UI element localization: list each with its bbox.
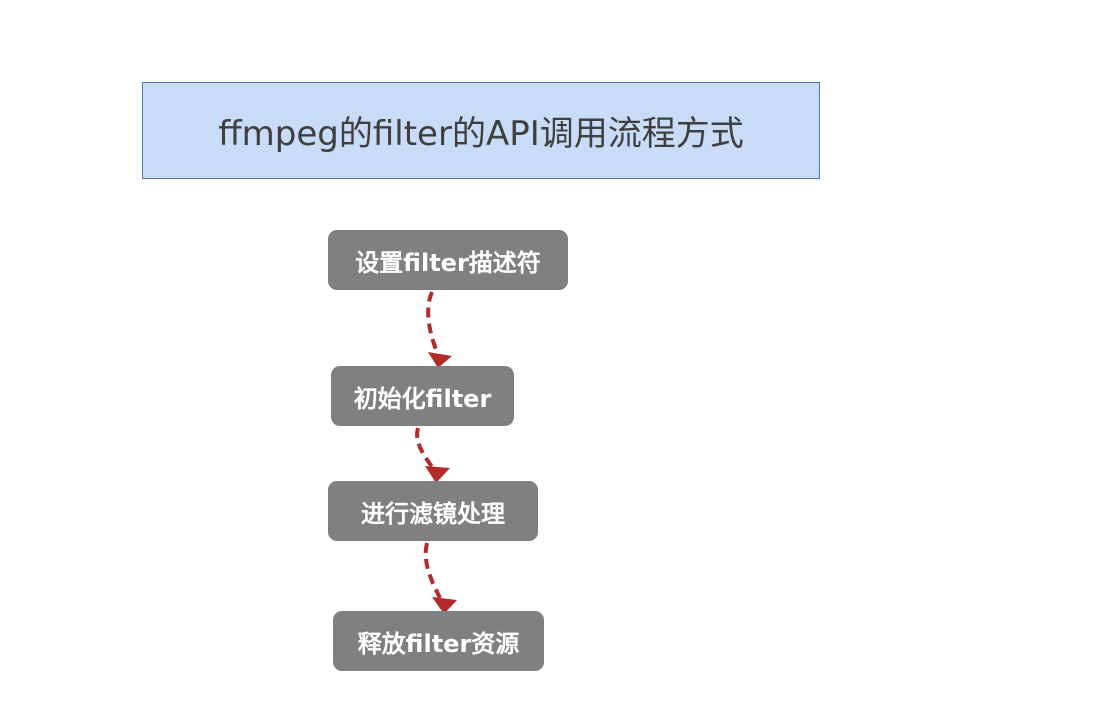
arrow-1 — [426, 291, 452, 368]
step-label: 设置filter描述符 — [355, 248, 541, 277]
title-box: ffmpeg的filter的API调用流程方式 — [142, 82, 820, 179]
step-label: 释放filter资源 — [357, 629, 520, 658]
step-set-filter-descriptor: 设置filter描述符 — [328, 230, 568, 290]
step-init-filter: 初始化filter — [331, 366, 514, 426]
arrow-2 — [415, 427, 450, 483]
step-release-filter: 释放filter资源 — [333, 611, 544, 671]
step-label: 初始化filter — [353, 384, 492, 413]
diagram-canvas: ffmpeg的filter的API调用流程方式 设置filter描述符 初始化f… — [0, 0, 1104, 708]
arrow-3 — [423, 542, 457, 614]
step-label: 进行滤镜处理 — [361, 499, 505, 528]
diagram-title: ffmpeg的filter的API调用流程方式 — [218, 114, 744, 154]
step-filter-processing: 进行滤镜处理 — [328, 481, 538, 541]
